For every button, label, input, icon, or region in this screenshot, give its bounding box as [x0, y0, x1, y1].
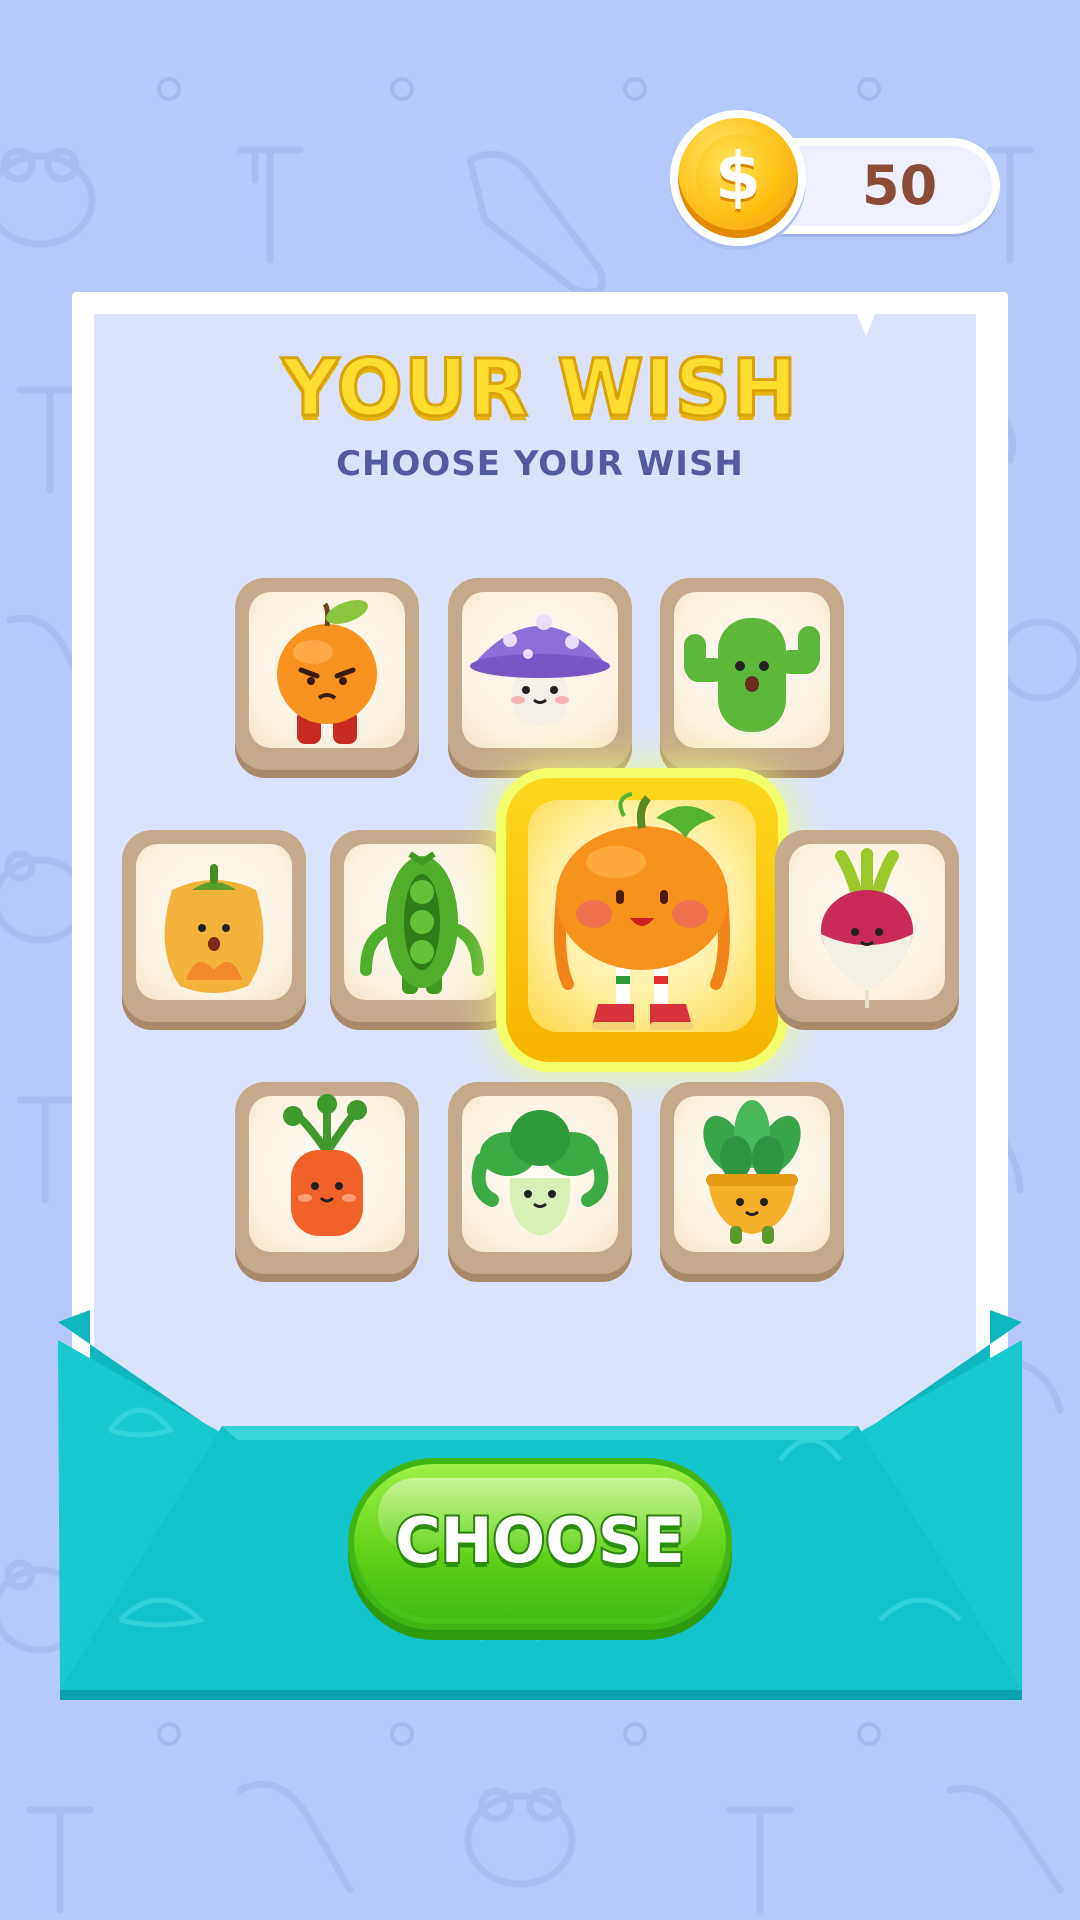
pattern-dot	[390, 1722, 414, 1746]
angry-orange-character-icon	[277, 599, 377, 744]
pea-pod-character-icon	[360, 851, 484, 994]
choose-button-label: CHOOSE	[393, 1502, 687, 1579]
pattern-dot	[157, 77, 181, 101]
bok-choy-character-icon	[471, 1110, 609, 1236]
coin-glyph: $	[696, 134, 780, 218]
page-subtitle: CHOOSE YOUR WISH	[336, 444, 744, 484]
wish-tile-carrot[interactable]	[235, 1082, 419, 1274]
choose-button[interactable]: CHOOSE	[348, 1458, 732, 1630]
pattern-dot	[157, 1722, 181, 1746]
panel-notch	[852, 302, 880, 336]
pattern-dot	[390, 77, 414, 101]
cactus-character-icon	[684, 618, 820, 732]
pattern-dot	[623, 77, 647, 101]
mushroom-character-icon	[470, 614, 610, 726]
pattern-dot	[623, 1722, 647, 1746]
wish-tile-succulent[interactable]	[660, 1082, 844, 1274]
wish-tile-pumpkin-selected[interactable]	[506, 778, 778, 1062]
pattern-dot	[857, 77, 881, 101]
wish-tile-pea-pod[interactable]	[330, 830, 514, 1022]
wish-tile-pepper[interactable]	[122, 830, 306, 1022]
yellow-pepper-character-icon	[164, 864, 264, 993]
wish-tile-cactus[interactable]	[660, 578, 844, 770]
wish-tile-orange[interactable]	[235, 578, 419, 770]
pumpkin-character-icon	[554, 792, 730, 1030]
carrot-character-icon	[283, 1094, 367, 1236]
wish-tile-bok-choy[interactable]	[448, 1082, 632, 1274]
wish-tile-radish[interactable]	[775, 830, 959, 1022]
coin-count: 50	[862, 154, 938, 217]
dollar-coin-icon: $	[670, 110, 806, 246]
radish-character-icon	[821, 848, 913, 1008]
page-title: YOUR WISH	[280, 343, 799, 436]
pattern-dot	[857, 1722, 881, 1746]
succulent-pot-character-icon	[703, 1100, 801, 1244]
wish-tile-mushroom[interactable]	[448, 578, 632, 770]
